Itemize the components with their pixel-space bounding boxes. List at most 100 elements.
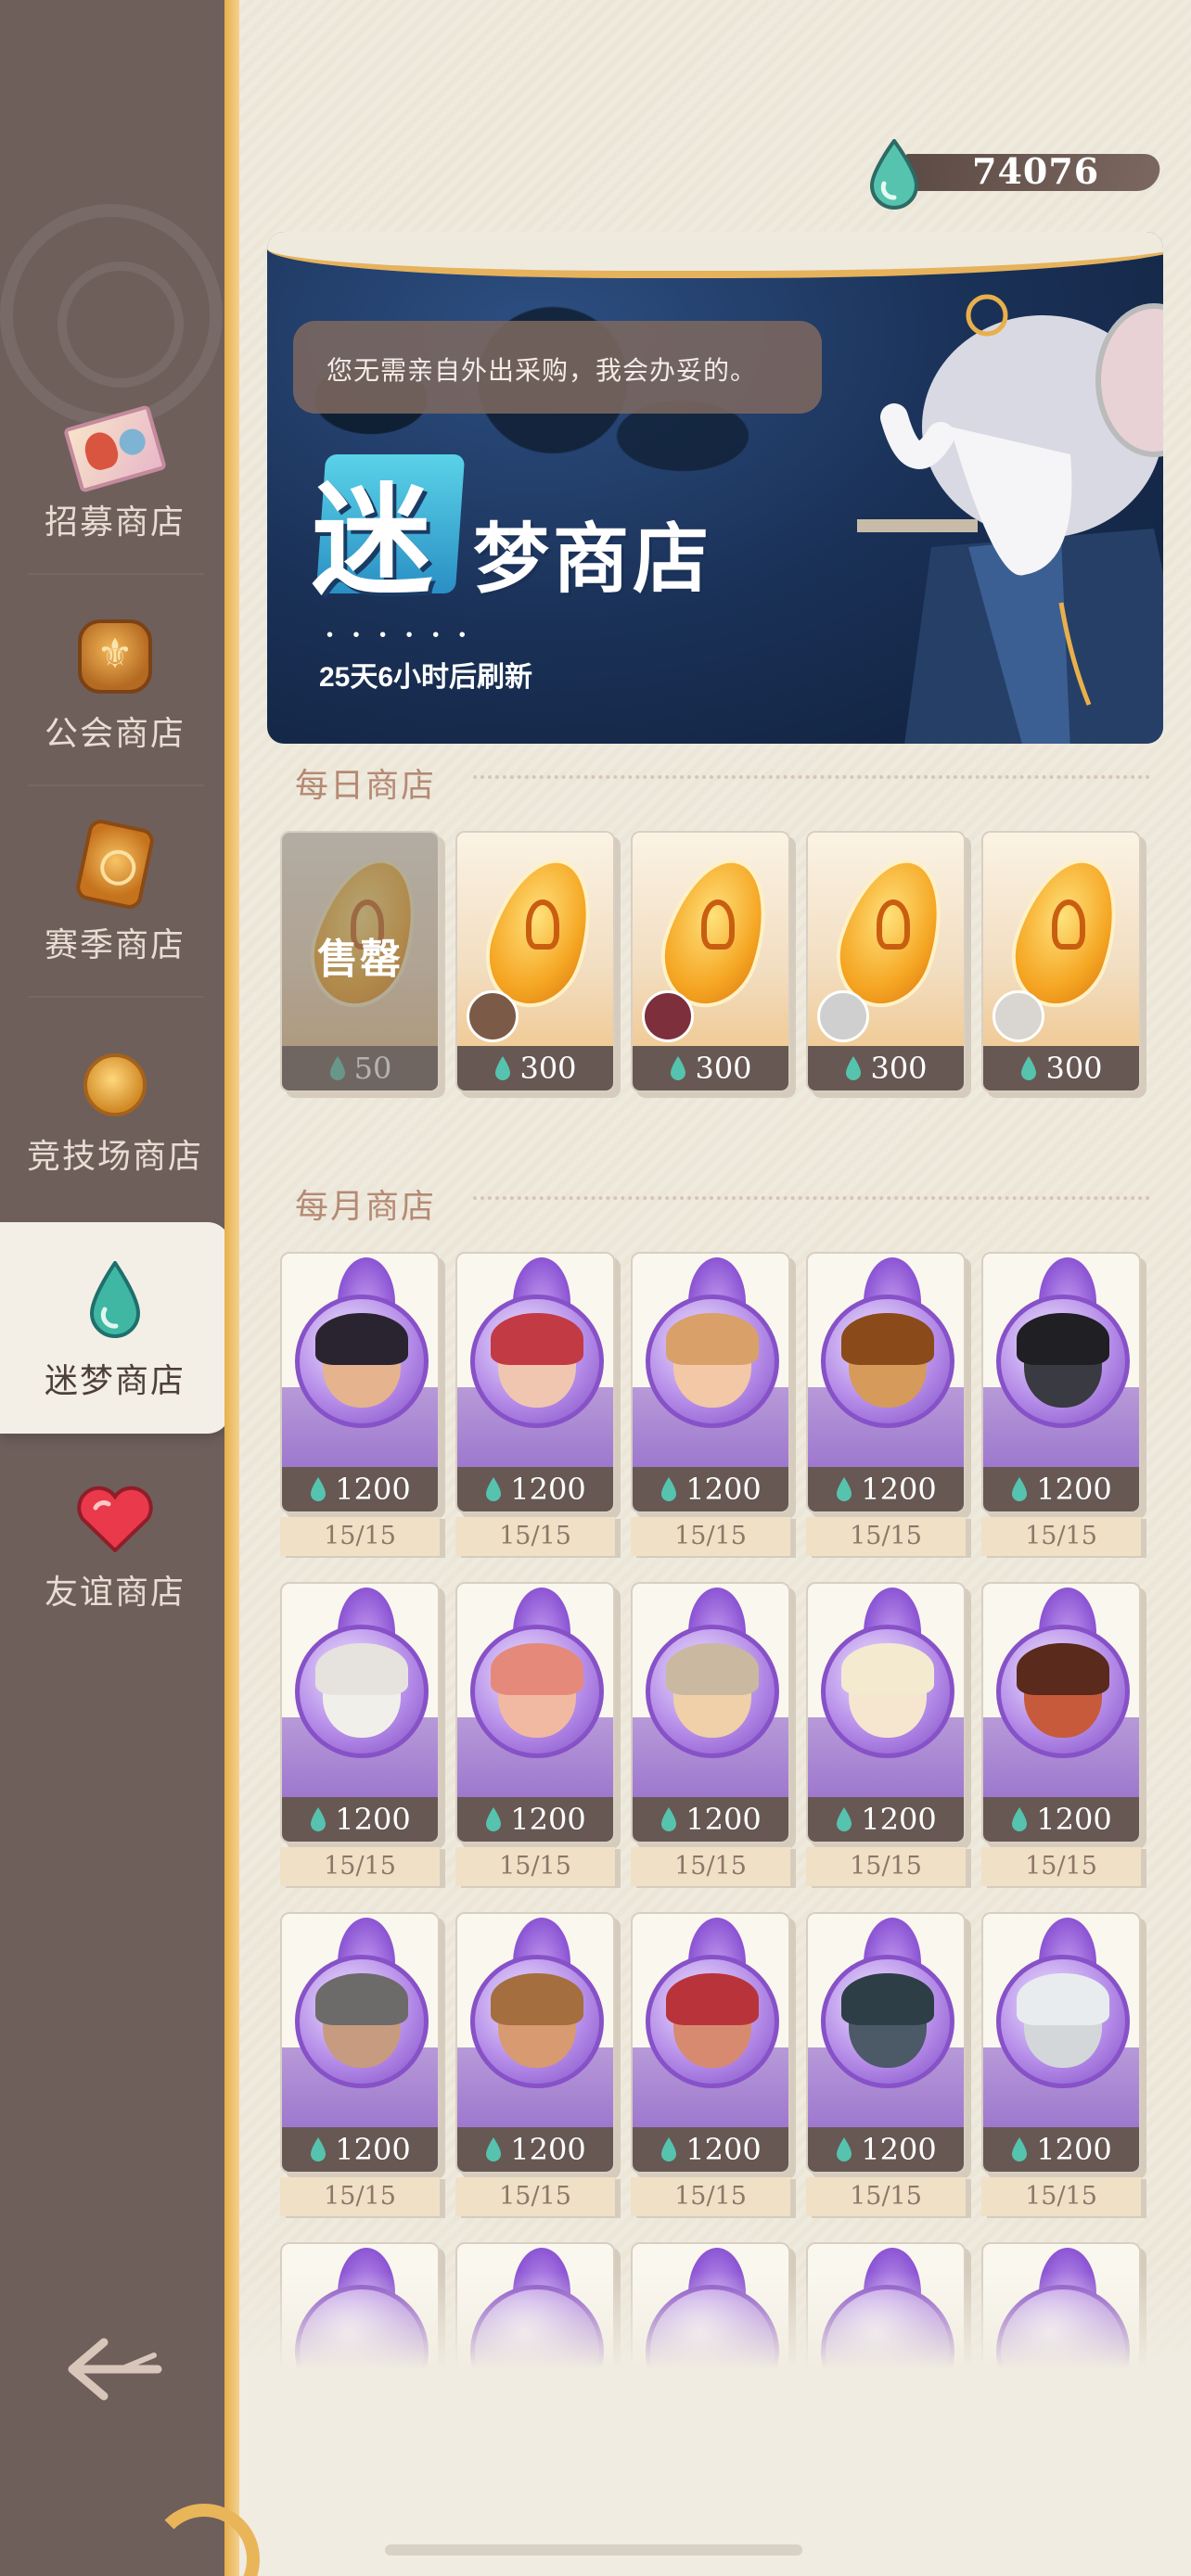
monthly-item-card[interactable]: 1200 15/15 <box>455 1582 615 1916</box>
sidebar-item-season-shop[interactable]: 赛季商店 <box>0 786 230 998</box>
dream-drop-icon <box>486 1807 502 1831</box>
monthly-item-card[interactable]: 1200 15/15 <box>280 1252 440 1586</box>
price-tag: 1200 <box>983 1467 1139 1511</box>
price-tag: 300 <box>457 1046 613 1090</box>
dream-drop-icon <box>661 1807 677 1831</box>
price-value: 300 <box>695 1051 752 1086</box>
back-arrow-icon[interactable] <box>65 2327 167 2411</box>
price-value: 1200 <box>510 1472 586 1507</box>
monthly-item-card[interactable]: 1200 15/15 <box>280 1582 440 1916</box>
monthly-item-card[interactable]: 1200 15/15 <box>455 1252 615 1586</box>
price-value: 300 <box>519 1051 577 1086</box>
hero-soul-orb-art <box>983 1584 1139 1806</box>
heart-icon <box>77 1486 153 1552</box>
purchase-limit: 15/15 <box>455 2177 615 2216</box>
dream-crystal-art <box>633 833 788 1055</box>
hero-soul-orb-art <box>457 1254 613 1476</box>
dream-drop-icon <box>846 1056 862 1080</box>
hero-avatar-icon <box>642 990 694 1042</box>
sidebar-item-arena-shop[interactable]: 竞技场商店 <box>0 998 230 1209</box>
dream-drop-icon <box>311 1477 327 1501</box>
purchase-limit: 15/15 <box>455 1847 615 1886</box>
price-value: 1200 <box>335 1472 411 1507</box>
hero-soul-orb-art <box>282 1254 438 1476</box>
price-value: 1200 <box>685 2132 762 2167</box>
shop-title: 梦商店 <box>473 517 713 602</box>
monthly-item-card[interactable]: 1200 15/15 <box>631 1582 790 1916</box>
price-tag: 300 <box>983 1046 1139 1090</box>
dream-drop-icon <box>1012 2137 1028 2162</box>
monthly-item-card[interactable]: 1200 15/15 <box>806 1582 966 1916</box>
dream-drop-icon <box>661 1477 677 1501</box>
dream-drop-icon <box>661 2137 677 2162</box>
price-tag: 1200 <box>457 1467 613 1511</box>
daily-item-card[interactable]: 300 <box>981 831 1141 1165</box>
arena-coin-icon <box>83 1053 147 1116</box>
sidebar-item-guild-shop[interactable]: 公会商店 <box>0 575 230 786</box>
dream-drop-icon <box>1021 1056 1037 1080</box>
sidebar-item-dream-shop[interactable]: 迷梦商店 <box>0 1222 230 1434</box>
npc-speech-bubble: 您无需亲自外出采购，我会办妥的。 <box>293 321 822 414</box>
season-medal-icon <box>73 817 157 912</box>
hero-soul-orb-art <box>983 1914 1139 2136</box>
purchase-limit: 15/15 <box>280 1517 440 1556</box>
price-value: 1200 <box>335 1802 411 1837</box>
price-tag: 1200 <box>457 2127 613 2172</box>
monthly-item-card[interactable]: 1200 15/15 <box>806 1252 966 1586</box>
monthly-item-card[interactable]: 1200 15/15 <box>455 1912 615 2246</box>
hero-avatar-icon <box>817 990 869 1042</box>
monthly-item-card[interactable]: 1200 15/15 <box>981 1912 1141 2246</box>
daily-item-card[interactable]: 300 <box>631 831 790 1165</box>
sidebar-item-recruit-shop[interactable]: 招募商店 <box>0 363 230 575</box>
shop-banner: 您无需亲自外出采购，我会办妥的。 迷 梦商店 • • • • • • 25天6小… <box>267 232 1163 744</box>
sidebar-item-label: 公会商店 <box>44 714 186 752</box>
banner-dots: • • • • • • <box>327 625 473 645</box>
dream-drop-icon <box>311 2137 327 2162</box>
monthly-shop-title: 每月商店 <box>295 1187 437 1225</box>
monthly-item-card[interactable]: 1200 15/15 <box>631 1252 790 1586</box>
sidebar-item-label: 竞技场商店 <box>26 1137 203 1175</box>
daily-item-card[interactable]: 300 <box>455 831 615 1165</box>
price-value: 1200 <box>861 2132 937 2167</box>
price-tag: 1200 <box>808 2127 964 2172</box>
dream-drop-icon <box>837 1807 852 1831</box>
price-tag: 1200 <box>282 1797 438 1842</box>
monthly-item-card[interactable]: 1200 15/15 <box>981 1582 1141 1916</box>
dream-crystal-art <box>983 833 1139 1055</box>
hero-soul-orb-art <box>633 1254 788 1476</box>
sidebar-item-friendship-shop[interactable]: 友谊商店 <box>0 1434 230 1645</box>
monthly-item-card[interactable]: 1200 15/15 <box>280 1912 440 2246</box>
dream-crystal-art <box>808 833 964 1055</box>
sidebar: 招募商店 公会商店 赛季商店 竞技场商店 迷梦商店 友谊商店 <box>0 0 230 2576</box>
purchase-limit: 15/15 <box>455 1517 615 1556</box>
dream-drop-icon <box>495 1056 511 1080</box>
dream-crystal-art <box>457 833 613 1055</box>
home-indicator[interactable] <box>385 2544 802 2556</box>
sidebar-item-label: 招募商店 <box>44 503 186 541</box>
price-value: 1200 <box>1036 1802 1112 1837</box>
price-value: 1200 <box>861 1802 937 1837</box>
price-tag: 1200 <box>282 2127 438 2172</box>
price-value: 1200 <box>510 2132 586 2167</box>
daily-item-card[interactable]: 300 <box>806 831 966 1165</box>
purchase-limit: 15/15 <box>631 1847 790 1886</box>
dream-drop-icon <box>837 1477 852 1501</box>
daily-item-card[interactable]: 50售罄 <box>280 831 440 1165</box>
price-tag: 1200 <box>983 1797 1139 1842</box>
shop-logo-char: 迷 <box>312 470 433 611</box>
daily-shop-title: 每日商店 <box>295 766 437 804</box>
purchase-limit: 15/15 <box>631 1517 790 1556</box>
price-tag: 1200 <box>808 1797 964 1842</box>
price-tag: 1200 <box>633 1467 788 1511</box>
dream-drop-icon <box>1012 1477 1028 1501</box>
price-value: 1200 <box>1036 2132 1112 2167</box>
monthly-item-card[interactable]: 1200 15/15 <box>631 1912 790 2246</box>
sidebar-item-label: 迷梦商店 <box>44 1361 186 1399</box>
monthly-item-card[interactable]: 1200 15/15 <box>806 1912 966 2246</box>
hero-soul-orb-art <box>983 1254 1139 1476</box>
price-value: 300 <box>870 1051 928 1086</box>
sidebar-item-label: 赛季商店 <box>44 925 186 963</box>
hero-soul-orb-art <box>633 1584 788 1806</box>
dream-drop-icon <box>89 1261 141 1338</box>
monthly-item-card[interactable]: 1200 15/15 <box>981 1252 1141 1586</box>
